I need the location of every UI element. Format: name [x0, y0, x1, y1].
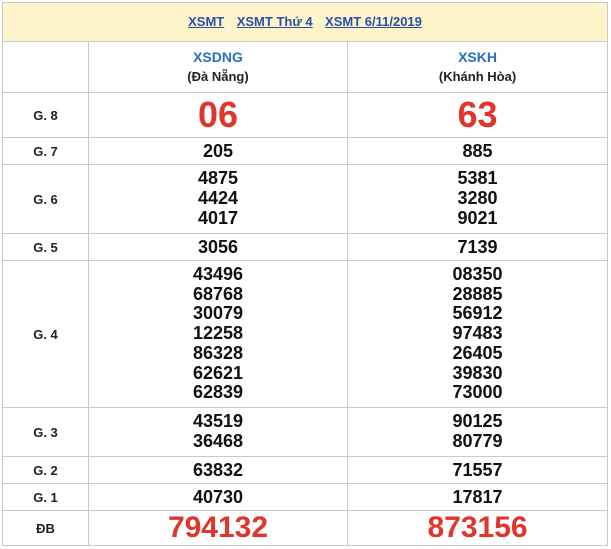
prize-row-g3: G. 3 43519 36468 90125 80779 [2, 407, 609, 457]
prize-cell: 90125 80779 [346, 407, 609, 457]
prize-number: 43496 [192, 264, 244, 285]
prize-label: G. 8 [2, 92, 89, 138]
prize-number: 62621 [192, 362, 244, 383]
prize-label: G. 3 [2, 407, 89, 457]
lottery-results-panel: XSMT XSMT Thứ 4 XSMT 6/11/2019 XSDNG (Đà… [1, 2, 609, 546]
prize-number: 5381 [457, 168, 498, 189]
prize-number: 62839 [192, 382, 244, 403]
province-header-khanhhoa: XSKH (Khánh Hòa) [346, 41, 609, 93]
prize-cell: 43519 36468 [88, 407, 348, 457]
prize-label: G. 5 [2, 233, 89, 261]
prize-number: 90125 [452, 411, 503, 432]
prize-number: 4017 [197, 207, 239, 228]
province-code[interactable]: XSKH [348, 48, 607, 67]
prize-number: 3056 [88, 233, 348, 261]
prize-number: 71557 [346, 456, 609, 484]
prize-label: G. 2 [2, 456, 89, 484]
prize-cell: 5381 3280 9021 [346, 164, 609, 234]
prize-number: 4424 [197, 188, 239, 209]
prize-number: 08350 [452, 264, 503, 285]
prize-number: 06 [88, 92, 348, 138]
province-header-danang: XSDNG (Đà Nẵng) [88, 41, 348, 93]
prize-number: 63832 [88, 456, 348, 484]
prize-number: 885 [346, 137, 609, 165]
prize-row-g5: G. 5 3056 7139 [2, 233, 609, 261]
special-prize-number: 794132 [88, 510, 348, 546]
prize-number: 43519 [192, 411, 244, 432]
prize-label: G. 6 [2, 164, 89, 234]
prize-label: G. 1 [2, 483, 89, 511]
title-bar: XSMT XSMT Thứ 4 XSMT 6/11/2019 [1, 2, 609, 42]
prize-cell: 43496 68768 30079 12258 86328 62621 6283… [88, 260, 348, 408]
prize-number: 12258 [192, 323, 244, 344]
prize-number: 9021 [457, 207, 498, 228]
title-link-weekday[interactable]: XSMT Thứ 4 [237, 14, 313, 29]
prize-number: 68768 [192, 283, 244, 304]
prize-number: 39830 [452, 362, 503, 383]
prize-cell: 4875 4424 4017 [88, 164, 348, 234]
prize-row-g4: G. 4 43496 68768 30079 12258 86328 62621… [2, 260, 609, 408]
prize-number: 80779 [452, 431, 503, 451]
prize-label: G. 7 [2, 137, 89, 165]
prize-number: 97483 [452, 323, 503, 344]
prize-number: 36468 [192, 431, 244, 451]
prize-number: 205 [88, 137, 348, 165]
prize-row-g2: G. 2 63832 71557 [2, 456, 609, 484]
province-name: (Đà Nẵng) [187, 69, 249, 84]
prize-row-special: ĐB 794132 873156 [2, 510, 609, 546]
prize-number: 73000 [452, 382, 503, 403]
prize-number: 56912 [452, 303, 503, 324]
prize-number: 26405 [452, 342, 503, 363]
prize-cell: 08350 28885 56912 97483 26405 39830 7300… [346, 260, 609, 408]
prize-number: 63 [346, 92, 609, 138]
prize-label: ĐB [2, 510, 89, 546]
prize-number: 86328 [192, 342, 244, 363]
special-prize-number: 873156 [346, 510, 609, 546]
prize-number: 7139 [346, 233, 609, 261]
title-link-xsmt[interactable]: XSMT [188, 14, 224, 29]
prize-number: 17817 [346, 483, 609, 511]
prize-number: 40730 [88, 483, 348, 511]
results-table: XSMT XSMT Thứ 4 XSMT 6/11/2019 XSDNG (Đà… [1, 2, 609, 546]
corner-cell [2, 41, 89, 93]
province-name: (Khánh Hòa) [438, 69, 517, 84]
prize-label: G. 4 [2, 260, 89, 408]
province-code[interactable]: XSDNG [89, 48, 347, 67]
prize-number: 3280 [457, 188, 498, 209]
prize-row-g6: G. 6 4875 4424 4017 5381 3280 9021 [2, 164, 609, 234]
prize-row-g8: G. 8 06 63 [2, 92, 609, 138]
prize-number: 28885 [452, 283, 503, 304]
prize-row-g1: G. 1 40730 17817 [2, 483, 609, 511]
title-link-date[interactable]: XSMT 6/11/2019 [325, 14, 422, 29]
prize-number: 30079 [192, 303, 244, 324]
prize-number: 4875 [197, 168, 239, 189]
prize-row-g7: G. 7 205 885 [2, 137, 609, 165]
